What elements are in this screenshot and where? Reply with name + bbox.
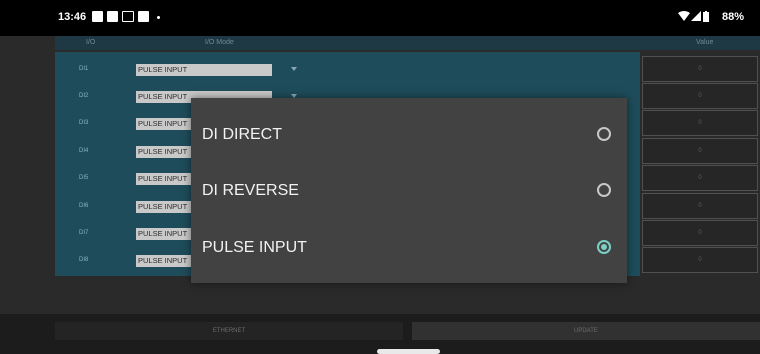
linkedin-icon: [107, 11, 118, 22]
radio-unchecked-icon[interactable]: [597, 127, 611, 141]
radio-unchecked-icon[interactable]: [597, 183, 611, 197]
signal-icon: [691, 11, 701, 21]
value-cell: 0: [642, 247, 758, 273]
value-cell: 0: [642, 165, 758, 191]
option-label: PULSE INPUT: [202, 239, 307, 256]
notification-dot-icon: [157, 16, 160, 19]
io-label: DI2: [79, 93, 89, 99]
option-label: DI DIRECT: [202, 126, 282, 143]
update-button[interactable]: UPDATE: [412, 322, 760, 340]
value-cell: 0: [642, 110, 758, 136]
value-cell: 0: [642, 220, 758, 246]
value-cell: 0: [642, 138, 758, 164]
value-cell: 0: [642, 56, 758, 82]
table-row: DI1 PULSE INPUT: [55, 56, 640, 83]
io-mode-select[interactable]: PULSE INPUT: [136, 64, 272, 76]
io-label: DI7: [79, 230, 89, 236]
table-header: I/O I/O Mode Value: [55, 36, 760, 50]
io-label: DI5: [79, 175, 89, 181]
value-cell: 0: [642, 83, 758, 109]
io-label: DI1: [79, 66, 89, 72]
chevron-down-icon[interactable]: [291, 67, 297, 71]
status-time: 13:46: [58, 11, 87, 23]
header-io-mode: I/O Mode: [205, 39, 234, 46]
header-io: I/O: [86, 39, 96, 46]
message-icon: [92, 11, 103, 22]
option-label: DI REVERSE: [202, 182, 299, 199]
radio-checked-icon[interactable]: [597, 240, 611, 254]
io-label: DI3: [79, 120, 89, 126]
io-label: DI6: [79, 203, 89, 209]
io-mode-dialog: DI DIRECT DI REVERSE PULSE INPUT: [191, 98, 627, 283]
ethernet-button[interactable]: ETHERNET: [55, 322, 403, 340]
status-bar: 13:46 88%: [0, 0, 760, 36]
battery-icon: [703, 11, 709, 22]
value-column: 0 0 0 0 0 0 0 0: [642, 52, 760, 276]
gesture-nav-bar[interactable]: [377, 349, 440, 354]
io-label: DI4: [79, 148, 89, 154]
mail-icon: [122, 11, 134, 22]
battery-percent: 88%: [721, 11, 744, 23]
io-label: DI8: [79, 257, 89, 263]
option-di-reverse[interactable]: DI REVERSE: [191, 164, 627, 220]
linkedin-icon: [138, 11, 149, 22]
header-value: Value: [696, 39, 714, 46]
bottom-bar: ETHERNET UPDATE: [0, 314, 760, 354]
option-pulse-input[interactable]: PULSE INPUT: [191, 221, 627, 277]
option-di-direct[interactable]: DI DIRECT: [191, 108, 627, 164]
value-cell: 0: [642, 193, 758, 219]
wifi-icon: [678, 11, 690, 21]
